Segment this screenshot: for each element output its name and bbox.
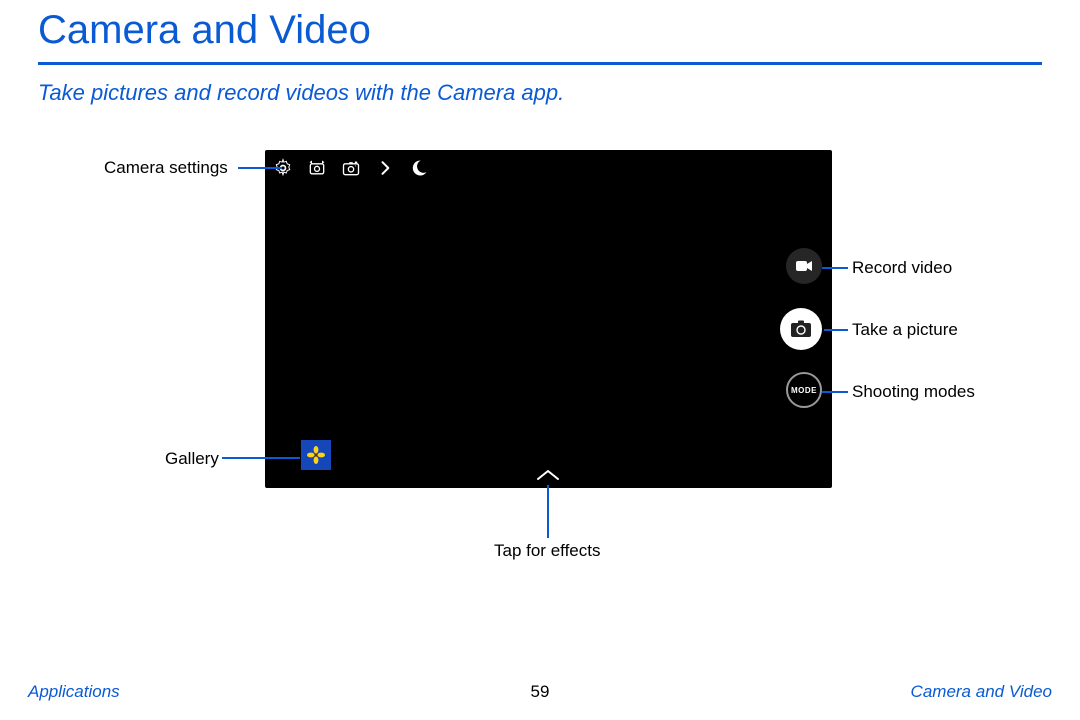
camera-viewfinder: MODE [265, 150, 832, 488]
mode-button[interactable]: MODE [786, 372, 822, 408]
flower-icon [307, 446, 325, 464]
night-mode-icon[interactable] [409, 158, 429, 183]
gallery-thumbnail[interactable] [301, 440, 331, 470]
gear-icon[interactable] [273, 158, 293, 183]
title-underline [38, 62, 1042, 65]
switch-camera-icon[interactable] [307, 158, 327, 183]
page-title: Camera and Video [38, 8, 371, 53]
mode-button-label: MODE [791, 386, 817, 395]
callout-effects: Tap for effects [494, 541, 600, 561]
callout-record: Record video [852, 258, 952, 278]
quick-settings-row [273, 158, 429, 182]
effects-chevron-icon[interactable] [535, 468, 561, 482]
page-subtitle: Take pictures and record videos with the… [38, 80, 564, 106]
shutter-button[interactable] [780, 308, 822, 350]
page-footer: Applications 59 Camera and Video [0, 678, 1080, 702]
footer-chapter: Camera and Video [911, 682, 1052, 702]
manual-page: Camera and Video Take pictures and recor… [0, 0, 1080, 720]
callout-picture: Take a picture [852, 320, 958, 340]
callout-camera-settings: Camera settings [104, 158, 228, 178]
record-video-button[interactable] [786, 248, 822, 284]
callout-gallery: Gallery [165, 449, 219, 469]
callout-modes: Shooting modes [852, 382, 975, 402]
videocam-icon [795, 259, 813, 273]
camera-icon [790, 320, 812, 338]
chevron-right-icon[interactable] [375, 158, 395, 183]
camera-quick-icon[interactable] [341, 158, 361, 183]
